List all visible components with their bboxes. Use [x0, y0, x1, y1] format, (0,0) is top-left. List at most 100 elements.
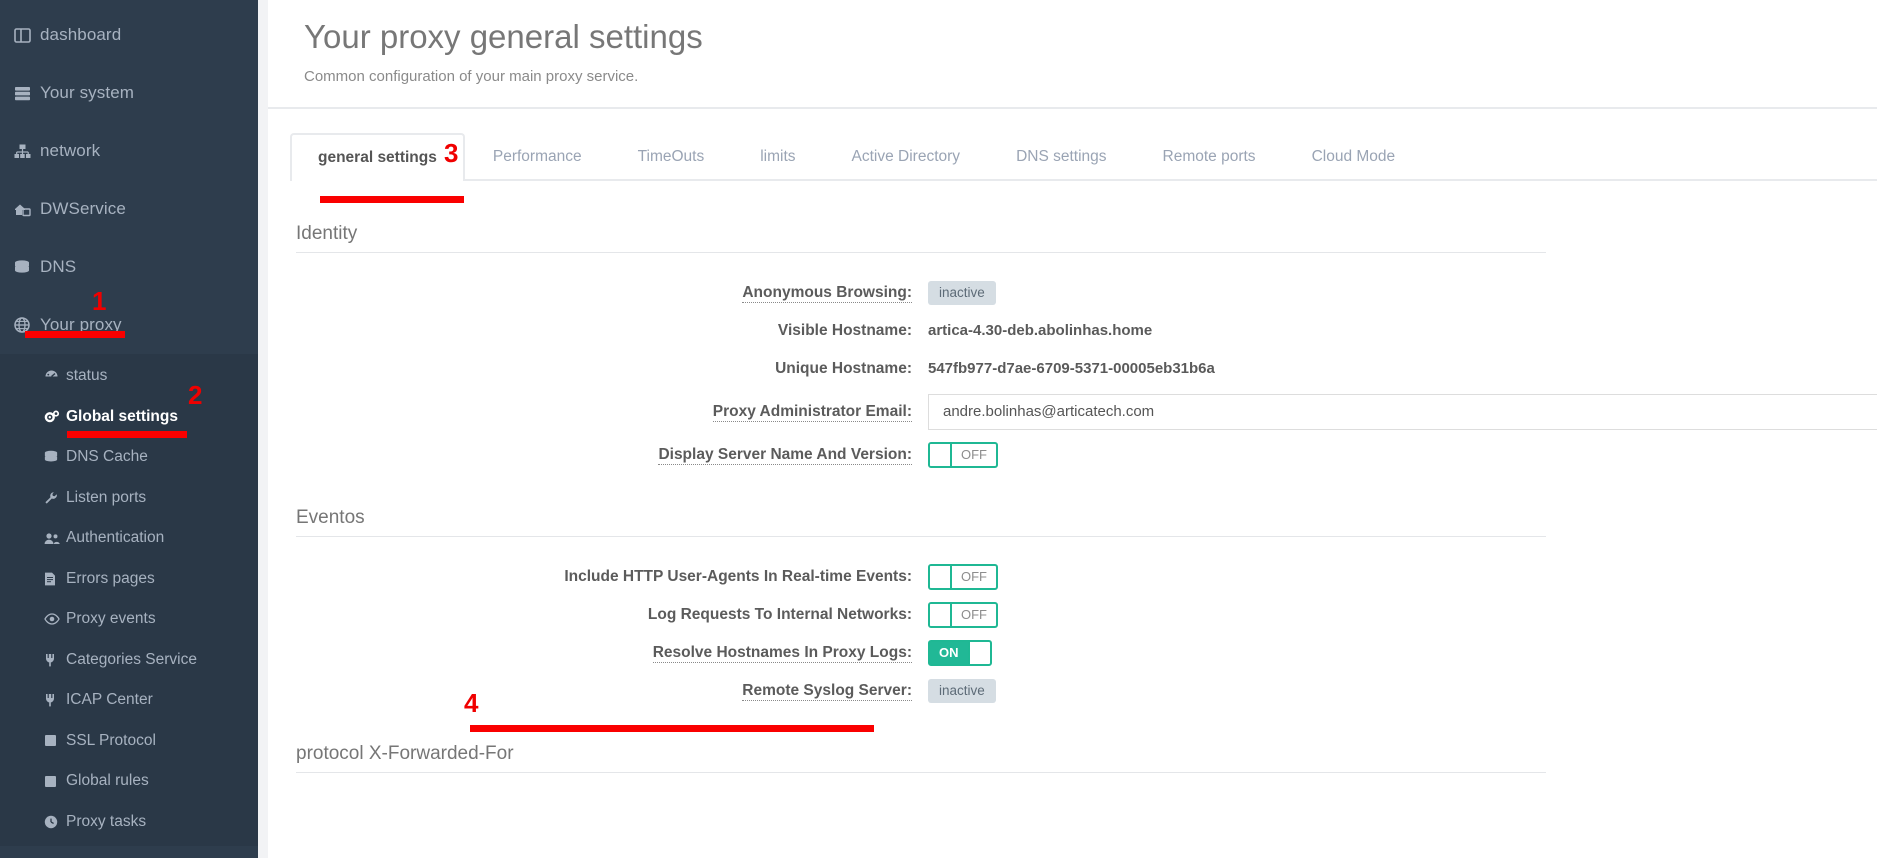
sidebar-item-errors-pages[interactable]: Errors pages — [0, 559, 258, 600]
dashboard-icon — [14, 28, 40, 43]
sidebar-item-label: Your system — [40, 83, 134, 103]
section-title-identity: Identity — [296, 223, 1546, 253]
label-text: Include HTTP User-Agents In Real-time Ev… — [564, 568, 912, 585]
toggle-state-label: ON — [930, 642, 968, 664]
log-requests-toggle[interactable]: OFF — [928, 602, 998, 628]
toggle-state-label: OFF — [952, 604, 996, 626]
row-anonymous-browsing: Anonymous Browsing: inactive — [268, 275, 1877, 311]
tab-label: Performance — [493, 148, 582, 166]
tab-label: DNS settings — [1016, 148, 1106, 166]
resolve-hostnames-toggle[interactable]: ON — [928, 640, 992, 666]
label-include-http-user-agents: Include HTTP User-Agents In Real-time Ev… — [268, 568, 928, 586]
tab-performance[interactable]: Performance — [465, 133, 610, 179]
sidebar-item-global-rules[interactable]: Global rules — [0, 761, 258, 802]
display-server-name-toggle[interactable]: OFF — [928, 442, 998, 468]
sidebar-item-dwservice[interactable]: DWService — [0, 180, 258, 238]
sidebar-item-categories-service[interactable]: Categories Service — [0, 640, 258, 681]
sidebar-item-icap-center[interactable]: ICAP Center — [0, 680, 258, 721]
tab-label: general settings — [318, 149, 437, 167]
page-subtitle: Common configuration of your main proxy … — [304, 68, 1877, 85]
tab-active-directory[interactable]: Active Directory — [824, 133, 989, 179]
sidebar-item-label: DNS — [40, 257, 76, 277]
sidebar-item-label: dashboard — [40, 25, 121, 45]
sidebar-item-label: Your proxy — [40, 315, 122, 335]
sidebar-item-dashboard[interactable]: dashboard — [0, 6, 258, 64]
sidebar-item-label: Global rules — [66, 772, 149, 790]
sidebar-top-group: dashboard Your system network DWService — [0, 0, 258, 354]
sidebar-item-status[interactable]: status — [0, 356, 258, 397]
row-visible-hostname: Visible Hostname: artica-4.30-deb.abolin… — [268, 313, 1877, 349]
tab-cloud-mode[interactable]: Cloud Mode — [1284, 133, 1424, 179]
square-icon — [44, 734, 66, 747]
label-text[interactable]: Display Server Name And Version: — [658, 446, 912, 465]
toggle-state-label: OFF — [952, 444, 996, 466]
toggle-knob — [968, 642, 990, 664]
value-visible-hostname: artica-4.30-deb.abolinhas.home — [928, 322, 1152, 339]
page-title: Your proxy general settings — [304, 18, 1877, 56]
sidebar-item-proxy-tasks[interactable]: Proxy tasks — [0, 802, 258, 843]
tab-general-settings[interactable]: general settings — [290, 133, 465, 181]
toggle-state-label: OFF — [952, 566, 996, 588]
tab-dns-settings[interactable]: DNS settings — [988, 133, 1134, 179]
label-text: Log Requests To Internal Networks: — [648, 606, 912, 623]
section-title-eventos: Eventos — [296, 507, 1546, 537]
toggle-knob — [930, 444, 952, 466]
row-include-http-user-agents: Include HTTP User-Agents In Real-time Ev… — [268, 559, 1877, 595]
sidebar: dashboard Your system network DWService — [0, 0, 258, 858]
settings-body: Identity Anonymous Browsing: inactive Vi… — [268, 181, 1877, 773]
sidebar-item-network[interactable]: network — [0, 122, 258, 180]
status-badge[interactable]: inactive — [928, 679, 996, 704]
sidebar-item-label: Authentication — [66, 529, 164, 547]
gears-icon — [44, 410, 66, 424]
sidebar-item-your-system[interactable]: Your system — [0, 64, 258, 122]
tab-bar: general settings Performance TimeOuts li… — [290, 133, 1877, 181]
app-root: dashboard Your system network DWService — [0, 0, 1877, 858]
email-field-wrapper[interactable] — [928, 394, 1877, 430]
tab-label: Cloud Mode — [1312, 148, 1396, 166]
section-rows-identity: Anonymous Browsing: inactive Visible Hos… — [268, 275, 1877, 473]
file-text-icon — [44, 572, 66, 586]
label-text[interactable]: Anonymous Browsing: — [742, 284, 912, 303]
wrench-icon — [44, 491, 66, 505]
sidebar-item-label: Proxy events — [66, 610, 156, 628]
label-text[interactable]: Remote Syslog Server: — [742, 682, 912, 701]
tabs-container: general settings Performance TimeOuts li… — [268, 109, 1877, 181]
plug-icon — [44, 653, 66, 667]
remote-desktop-icon — [14, 202, 40, 217]
tab-label: TimeOuts — [638, 148, 705, 166]
label-remote-syslog-server: Remote Syslog Server: — [268, 682, 928, 700]
value-display-server-name-and-version: OFF — [928, 442, 998, 468]
tab-remote-ports[interactable]: Remote ports — [1135, 133, 1284, 179]
globe-icon — [14, 317, 40, 333]
visible-hostname-value: artica-4.30-deb.abolinhas.home — [928, 322, 1152, 339]
tab-timeouts[interactable]: TimeOuts — [610, 133, 733, 179]
value-include-http-user-agents: OFF — [928, 564, 998, 590]
email-field[interactable] — [941, 395, 1877, 429]
sidebar-item-dns-cache[interactable]: DNS Cache — [0, 437, 258, 478]
sidebar-item-listen-ports[interactable]: Listen ports — [0, 478, 258, 519]
tab-limits[interactable]: limits — [732, 133, 823, 179]
sidebar-item-dns[interactable]: DNS — [0, 238, 258, 296]
eye-icon — [44, 613, 66, 625]
label-text[interactable]: Resolve Hostnames In Proxy Logs: — [653, 644, 912, 663]
sidebar-item-label: Listen ports — [66, 489, 146, 507]
row-proxy-administrator-email: Proxy Administrator Email: — [268, 389, 1877, 435]
include-http-user-agents-toggle[interactable]: OFF — [928, 564, 998, 590]
network-icon — [14, 144, 40, 159]
sidebar-item-your-proxy[interactable]: Your proxy — [0, 296, 258, 354]
label-text[interactable]: Proxy Administrator Email: — [713, 403, 912, 422]
value-resolve-hostnames-in-proxy-logs: ON — [928, 640, 992, 666]
sidebar-item-authentication[interactable]: Authentication — [0, 518, 258, 559]
sidebar-item-label: SSL Protocol — [66, 732, 156, 750]
label-visible-hostname: Visible Hostname: — [268, 322, 928, 340]
gauge-icon — [44, 369, 66, 383]
sidebar-item-ssl-protocol[interactable]: SSL Protocol — [0, 721, 258, 762]
row-remote-syslog-server: Remote Syslog Server: inactive — [268, 673, 1877, 709]
value-log-requests-to-internal-networks: OFF — [928, 602, 998, 628]
sidebar-item-label: Proxy tasks — [66, 813, 146, 831]
value-unique-hostname: 547fb977-d7ae-6709-5371-00005eb31b6a — [928, 360, 1215, 377]
label-unique-hostname: Unique Hostname: — [268, 360, 928, 378]
sidebar-item-global-settings[interactable]: Global settings — [0, 397, 258, 438]
status-badge[interactable]: inactive — [928, 281, 996, 306]
sidebar-item-proxy-events[interactable]: Proxy events — [0, 599, 258, 640]
